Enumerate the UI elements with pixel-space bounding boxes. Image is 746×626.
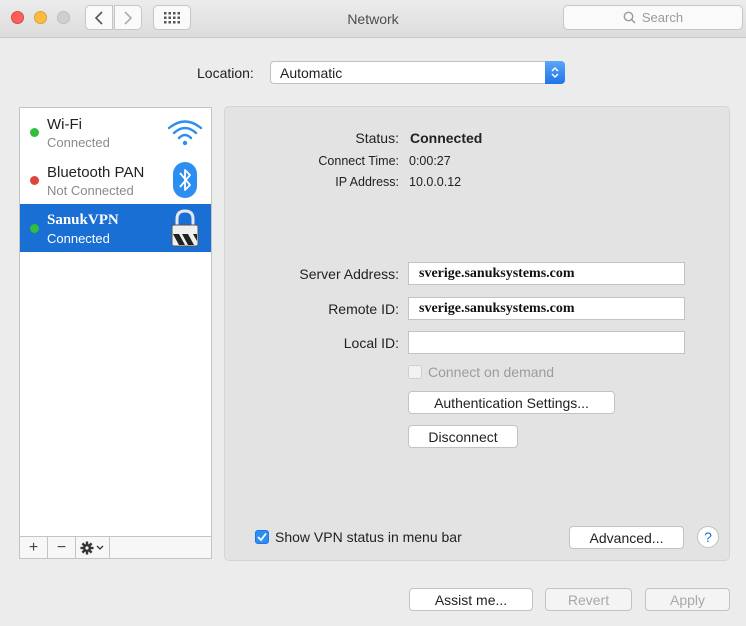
connect-time-label: Connect Time: — [318, 154, 399, 168]
search-field[interactable]: Search — [563, 5, 743, 30]
service-status: Not Connected — [47, 183, 134, 198]
service-list: Wi-Fi Connected Bluetooth PAN Not Connec… — [19, 107, 212, 559]
remove-service-button[interactable]: − — [48, 537, 76, 558]
show-vpn-status-checkbox[interactable] — [255, 530, 269, 544]
service-name: Wi-Fi — [47, 116, 82, 133]
ip-address-label: IP Address: — [335, 175, 399, 189]
service-status: Connected — [47, 135, 110, 150]
local-id-label: Local ID: — [343, 335, 399, 351]
service-item-bluetooth-pan[interactable]: Bluetooth PAN Not Connected — [20, 156, 211, 204]
status-dot — [30, 224, 39, 233]
bluetooth-icon — [166, 162, 204, 198]
server-address-label: Server Address: — [299, 266, 399, 282]
authentication-settings-button[interactable]: Authentication Settings... — [408, 391, 615, 414]
status-label: Status: — [355, 130, 399, 146]
assist-me-button[interactable]: Assist me... — [409, 588, 533, 611]
service-name: Bluetooth PAN — [47, 164, 145, 181]
service-item-sanukvpn[interactable]: SanukVPN Connected — [20, 204, 211, 252]
status-dot — [30, 128, 39, 137]
location-select[interactable]: Automatic — [270, 61, 565, 84]
remote-id-field[interactable]: sverige.sanuksystems.com — [408, 297, 685, 320]
service-status: Connected — [47, 231, 110, 246]
action-menu-button[interactable] — [76, 537, 110, 558]
service-list-toolbar: + − — [20, 536, 211, 558]
vpn-lock-icon — [166, 209, 204, 247]
status-dot — [30, 176, 39, 185]
updown-arrows-icon — [545, 61, 565, 84]
help-button[interactable]: ? — [697, 526, 719, 548]
location-value: Automatic — [280, 65, 343, 81]
connect-on-demand-checkbox[interactable] — [408, 365, 422, 379]
advanced-button[interactable]: Advanced... — [569, 526, 684, 549]
connect-on-demand-label: Connect on demand — [428, 364, 555, 380]
local-id-field[interactable] — [408, 331, 685, 354]
wifi-icon — [166, 114, 204, 150]
service-name: SanukVPN — [47, 212, 119, 228]
disconnect-button[interactable]: Disconnect — [408, 425, 518, 448]
server-address-field[interactable]: sverige.sanuksystems.com — [408, 262, 685, 285]
ip-address-value: 10.0.0.12 — [409, 175, 462, 189]
add-service-button[interactable]: + — [20, 537, 48, 558]
gear-icon — [80, 541, 103, 554]
location-label: Location: — [197, 65, 254, 81]
title-bar: Network Search — [0, 0, 746, 38]
apply-button[interactable]: Apply — [645, 588, 730, 611]
search-icon — [623, 11, 636, 24]
service-item-wifi[interactable]: Wi-Fi Connected — [20, 108, 211, 156]
status-value: Connected — [410, 130, 483, 146]
search-placeholder: Search — [641, 10, 684, 25]
remote-id-label: Remote ID: — [328, 301, 399, 317]
show-vpn-status-label: Show VPN status in menu bar — [275, 529, 462, 545]
checkmark-icon — [257, 532, 267, 542]
revert-button[interactable]: Revert — [545, 588, 632, 611]
connect-time-value: 0:00:27 — [409, 154, 451, 168]
